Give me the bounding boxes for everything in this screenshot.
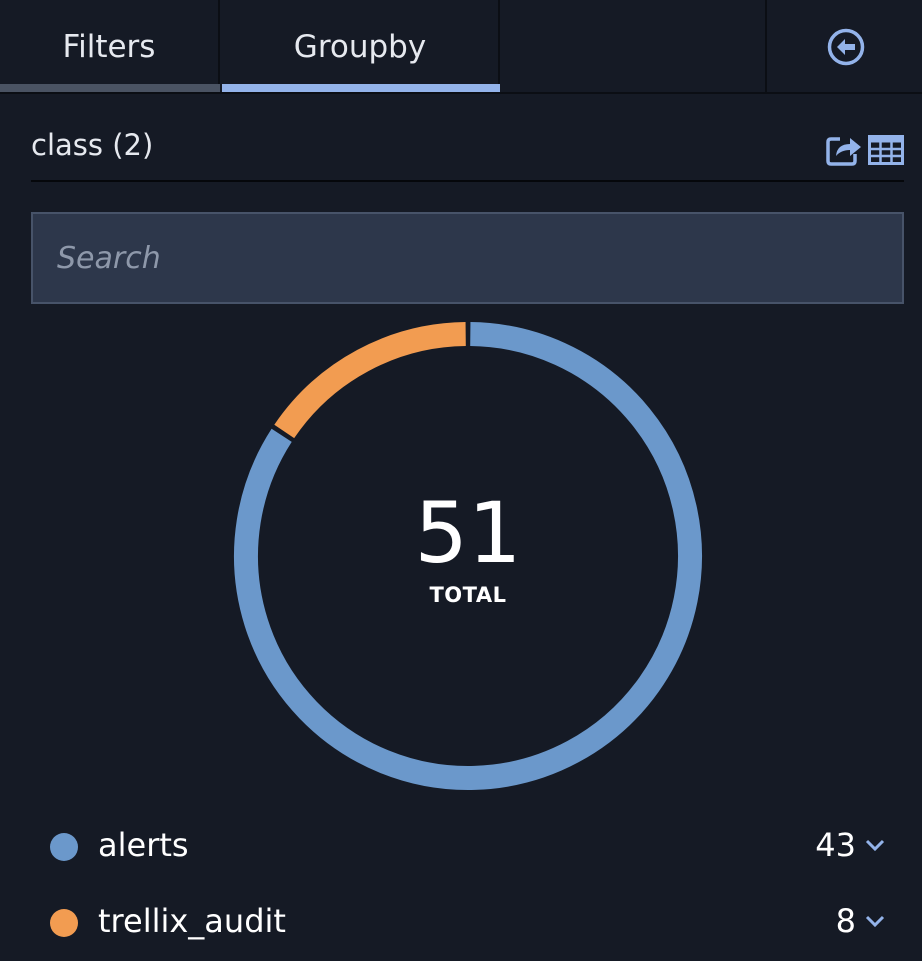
chevron-down-icon[interactable]: [864, 910, 886, 932]
tab-filters-underline: [0, 84, 220, 92]
back-arrow-circle-icon: [827, 28, 864, 66]
back-button[interactable]: [769, 0, 922, 94]
total-value: 51: [414, 484, 522, 582]
total-label: TOTAL: [429, 583, 507, 607]
donut-chart: 51 TOTAL: [220, 308, 716, 804]
tab-groupby-active-underline: [222, 84, 500, 92]
legend-label: trellix_audit: [98, 902, 286, 940]
legend-item-trellix-audit[interactable]: trellix_audit 8: [0, 884, 922, 960]
table-grid-icon: [868, 135, 904, 165]
tab-groupby-label: Groupby: [293, 29, 427, 65]
tab-bar: Filters Groupby: [0, 0, 922, 94]
donut-center: 51 TOTAL: [220, 308, 716, 804]
tab-filters[interactable]: Filters: [0, 0, 220, 94]
legend-dot-trellix-audit: [50, 909, 78, 937]
tab-groupby[interactable]: Groupby: [222, 0, 500, 94]
table-view-button[interactable]: [868, 132, 904, 168]
legend-dot-alerts: [50, 833, 78, 861]
share-export-icon: [826, 137, 861, 166]
legend-count: 43: [815, 826, 856, 864]
legend-label: alerts: [98, 826, 189, 864]
chevron-down-icon[interactable]: [864, 834, 886, 856]
header-actions: [826, 132, 904, 168]
legend-item-alerts[interactable]: alerts 43: [0, 808, 922, 884]
tab-filters-label: Filters: [62, 29, 156, 65]
panel-title: class (2): [31, 128, 154, 162]
export-button[interactable]: [826, 132, 862, 168]
panel-header: class (2): [31, 110, 904, 182]
tab-spacer: [502, 0, 767, 94]
search-input[interactable]: [31, 212, 904, 304]
legend-count: 8: [835, 902, 856, 940]
